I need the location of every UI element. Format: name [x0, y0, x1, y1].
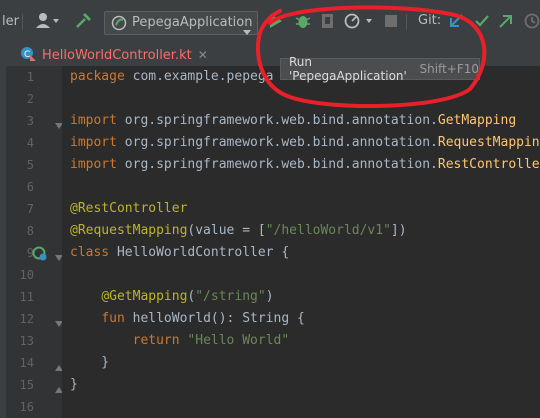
git-commit-icon[interactable] — [474, 12, 490, 34]
code-line: import org.springframework.web.bind.anno… — [70, 135, 540, 150]
tab-helloworldcontroller[interactable]: C HelloWorldController.kt ✕ — [14, 44, 214, 66]
close-icon[interactable]: ✕ — [198, 48, 208, 62]
line-number: 10 — [19, 268, 34, 282]
run-tooltip: Run 'PepegaApplication' Shift+F10 — [280, 55, 480, 83]
line-number: 1 — [26, 70, 34, 84]
profile-icon[interactable] — [344, 12, 374, 34]
code-line: @GetMapping("/string") — [101, 289, 274, 304]
git-push-icon[interactable] — [498, 12, 514, 34]
toolbar-divider — [406, 14, 407, 30]
code-line: return "Hello World" — [132, 333, 290, 348]
kotlin-file-icon: C — [20, 45, 36, 65]
line-number: 15 — [19, 378, 34, 392]
editor-gutter: 1 2 3 4 5 6 7 8 9 10 11 12 13 14 15 16 — [6, 66, 63, 418]
toolbar-divider — [22, 14, 23, 30]
git-update-icon[interactable] — [448, 12, 464, 34]
run-icon[interactable] — [266, 12, 284, 34]
line-number: 7 — [26, 202, 34, 216]
history-icon[interactable] — [524, 12, 540, 34]
hammer-icon[interactable] — [74, 12, 92, 34]
git-label: Git: — [418, 13, 442, 28]
code-line: @RequestMapping(value = ["/helloWorld/v1… — [70, 223, 407, 238]
line-number: 6 — [26, 180, 34, 194]
code-line: package com.example.pepega — [70, 69, 274, 84]
code-line: import org.springframework.web.bind.anno… — [70, 157, 540, 172]
main-toolbar: ler PepegaApplication Git: — [0, 0, 540, 45]
chevron-down-icon — [243, 20, 251, 39]
line-number: 4 — [26, 136, 34, 150]
code-line: } — [70, 377, 78, 392]
toolbar-cut-label: ler — [2, 14, 19, 29]
code-line: } — [70, 355, 110, 370]
code-line: class HelloWorldController { — [70, 245, 290, 260]
run-config-icon — [111, 15, 127, 35]
tooltip-text: Run 'PepegaApplication' — [289, 55, 407, 83]
spring-bean-icon[interactable] — [32, 246, 48, 266]
stop-icon[interactable] — [384, 14, 398, 32]
code-editor[interactable]: package com.example.pepega import org.spr… — [62, 66, 540, 418]
line-number: 8 — [26, 224, 34, 238]
line-number: 9 — [26, 246, 34, 260]
code-line: @RestController — [70, 201, 188, 216]
user-icon[interactable] — [36, 12, 60, 34]
line-number: 16 — [19, 400, 34, 414]
code-line: fun helloWorld(): String { — [101, 311, 305, 326]
svg-text:C: C — [24, 50, 30, 60]
line-number: 2 — [26, 92, 34, 106]
code-line: import org.springframework.web.bind.anno… — [70, 113, 517, 128]
coverage-icon[interactable] — [320, 12, 336, 34]
line-number: 11 — [19, 290, 34, 304]
tab-label: HelloWorldController.kt — [42, 47, 192, 63]
line-number: 5 — [26, 158, 34, 172]
line-number: 13 — [19, 334, 34, 348]
debug-icon[interactable] — [294, 12, 312, 34]
line-number: 12 — [19, 312, 34, 326]
line-number: 14 — [19, 356, 34, 370]
line-number: 3 — [26, 114, 34, 128]
run-config-label: PepegaApplication — [132, 15, 253, 30]
run-config-selector[interactable]: PepegaApplication — [104, 11, 258, 35]
tooltip-shortcut: Shift+F10 — [419, 62, 479, 76]
